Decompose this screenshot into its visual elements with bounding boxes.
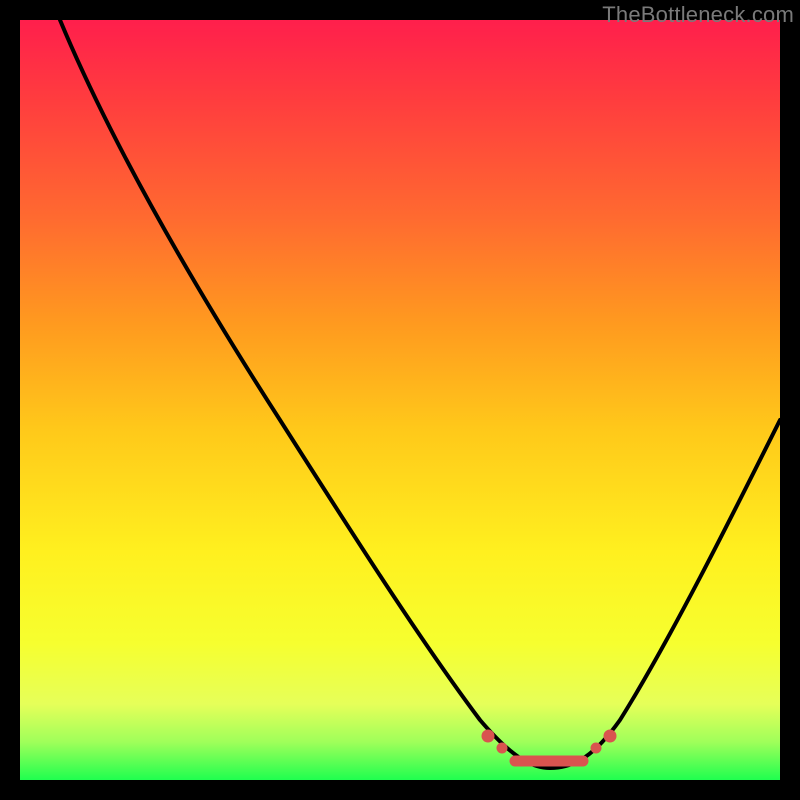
curve-layer <box>20 20 780 780</box>
marker-dot <box>497 743 507 753</box>
marker-bar <box>510 756 588 766</box>
chart-frame <box>20 20 780 780</box>
marker-dot <box>604 730 616 742</box>
watermark: TheBottleneck.com <box>602 2 794 28</box>
bottleneck-curve <box>60 20 780 768</box>
marker-dot <box>591 743 601 753</box>
trough-markers <box>482 730 616 766</box>
marker-dot <box>482 730 494 742</box>
plot-area <box>20 20 780 780</box>
